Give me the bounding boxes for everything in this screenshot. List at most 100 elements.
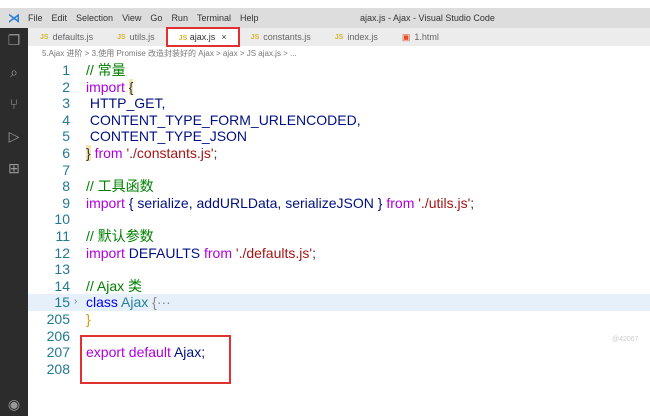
vscode-logo-icon: ⋊ bbox=[8, 11, 20, 25]
code-text: import bbox=[86, 244, 129, 261]
menu-help[interactable]: Help bbox=[240, 13, 259, 23]
code-text: DEFAULTS bbox=[128, 244, 201, 261]
code-line: 13 bbox=[28, 261, 650, 278]
code-text: ; bbox=[312, 244, 316, 261]
code-text: // 默认参数 bbox=[86, 227, 154, 244]
line-number: 8 bbox=[62, 178, 70, 195]
watermark: @42067 bbox=[612, 336, 639, 343]
tab-constants[interactable]: JS constants.js bbox=[239, 28, 323, 46]
code-line: 14 // Ajax 类 bbox=[28, 278, 650, 295]
line-number: 5 bbox=[62, 128, 70, 145]
code-text: from bbox=[200, 244, 236, 261]
fold-chevron-icon[interactable]: › bbox=[74, 294, 77, 311]
window-title: ajax.js - Ajax - Visual Studio Code bbox=[360, 13, 495, 23]
line-number: 11 bbox=[55, 227, 70, 244]
menu-terminal[interactable]: Terminal bbox=[197, 13, 231, 23]
title-bar: ⋊ File Edit Selection View Go Run Terminal Help… bbox=[0, 8, 650, 28]
code-text: // 常量 bbox=[86, 62, 126, 78]
line-number: 206 bbox=[46, 327, 70, 344]
tab-bar: JS defaults.js JS utils.js JS ajax.js × JS c… bbox=[28, 27, 650, 47]
line-number: 14 bbox=[54, 277, 70, 294]
code-line: 5 CONTENT_TYPE_JSON bbox=[28, 128, 650, 145]
highlight-box bbox=[80, 335, 231, 384]
close-icon[interactable]: × bbox=[221, 32, 226, 42]
menu-view[interactable]: View bbox=[122, 13, 141, 23]
code-line: 9 import { serialize, addURLData, seriali… bbox=[28, 195, 650, 212]
js-file-icon: JS bbox=[178, 35, 188, 42]
tab-ajax[interactable]: JS ajax.js × bbox=[165, 27, 240, 47]
code-line: 205} bbox=[28, 311, 650, 328]
line-number: 6 bbox=[62, 144, 70, 161]
code-line: 7 bbox=[28, 162, 650, 179]
line-number: 4 bbox=[62, 111, 70, 128]
code-editor[interactable]: 1 // 常量 2 import { 3 HTTP_GET, 4 CONTENT_T… bbox=[28, 62, 650, 377]
menu-go[interactable]: Go bbox=[150, 13, 162, 23]
code-text: { bbox=[128, 78, 134, 95]
account-icon[interactable]: ◉ bbox=[0, 396, 28, 413]
tab-label: constants.js bbox=[263, 32, 311, 42]
code-text: './defaults.js' bbox=[235, 244, 313, 261]
code-line: 10 bbox=[28, 211, 650, 228]
line-number: 1 bbox=[62, 62, 70, 78]
code-text: HTTP_GET, bbox=[86, 95, 166, 112]
menu-selection[interactable]: Selection bbox=[76, 13, 113, 23]
menu-run[interactable]: Run bbox=[171, 13, 188, 23]
code-text: Ajax bbox=[121, 294, 153, 311]
line-number: 7 bbox=[62, 161, 70, 178]
tab-label: ajax.js bbox=[189, 32, 216, 42]
menu-edit[interactable]: Edit bbox=[52, 13, 68, 23]
tab-1-html[interactable]: ▣ 1.html bbox=[390, 28, 451, 46]
js-file-icon: JS bbox=[250, 33, 260, 41]
run-debug-icon[interactable]: ▷ bbox=[0, 128, 28, 145]
code-text: from bbox=[90, 144, 127, 161]
code-line: 2 import { bbox=[28, 78, 650, 96]
explorer-icon[interactable]: ❐ bbox=[0, 32, 28, 49]
source-control-icon[interactable]: ⑂ bbox=[0, 96, 28, 112]
code-line: 3 HTTP_GET, bbox=[28, 95, 650, 112]
code-line: 8 // 工具函数 bbox=[28, 178, 650, 195]
tab-label: 1.html bbox=[414, 32, 439, 42]
menu-bar: File Edit Selection View Go Run Terminal Help bbox=[28, 13, 267, 23]
line-number: 208 bbox=[46, 360, 70, 377]
code-text: // Ajax 类 bbox=[86, 277, 143, 294]
code-line: 4 CONTENT_TYPE_FORM_URLENCODED, bbox=[28, 112, 650, 129]
code-text: { serialize, addURLData, serializeJSON } bbox=[128, 194, 383, 211]
code-text: import bbox=[86, 78, 129, 95]
code-text: './constants.js' bbox=[126, 144, 214, 161]
tab-label: index.js bbox=[347, 32, 378, 42]
html-file-icon: ▣ bbox=[401, 31, 411, 42]
folded-code[interactable]: {··· bbox=[152, 294, 171, 310]
line-number: 205 bbox=[46, 310, 70, 327]
line-number: 9 bbox=[62, 194, 70, 211]
line-number: 13 bbox=[54, 261, 70, 278]
js-file-icon: JS bbox=[40, 33, 49, 41]
line-number: 2 bbox=[62, 78, 70, 95]
code-line: 1 // 常量 bbox=[28, 62, 650, 79]
code-line: 15 › class Ajax {··· bbox=[28, 294, 650, 311]
code-line: 11 // 默认参数 bbox=[28, 228, 650, 245]
tab-index[interactable]: JS index.js bbox=[323, 28, 390, 46]
code-text: './utils.js' bbox=[418, 194, 471, 211]
breadcrumb[interactable]: 5.Ajax 进阶 > 3.使用 Promise 改造封装好的 Ajax > a… bbox=[42, 48, 297, 59]
code-text: CONTENT_TYPE_FORM_URLENCODED, bbox=[86, 111, 361, 128]
js-file-icon: JS bbox=[117, 33, 126, 41]
code-text: // 工具函数 bbox=[86, 178, 154, 195]
code-text: from bbox=[382, 194, 419, 211]
tab-defaults[interactable]: JS defaults.js bbox=[28, 28, 105, 46]
line-number: 3 bbox=[62, 95, 70, 112]
code-text: CONTENT_TYPE_JSON bbox=[86, 128, 248, 145]
code-text: class bbox=[86, 294, 122, 311]
extensions-icon[interactable]: ⊞ bbox=[0, 160, 28, 177]
tab-label: utils.js bbox=[129, 32, 155, 42]
search-icon[interactable]: ⌕ bbox=[0, 64, 28, 81]
line-number: 12 bbox=[54, 244, 70, 261]
code-line: 6} from './constants.js'; bbox=[28, 144, 650, 162]
line-number: 10 bbox=[54, 211, 70, 228]
code-text: } bbox=[86, 310, 91, 327]
tab-utils[interactable]: JS utils.js bbox=[105, 28, 167, 46]
code-text: ; bbox=[470, 194, 475, 211]
js-file-icon: JS bbox=[334, 33, 344, 41]
line-number: 207 bbox=[46, 344, 70, 361]
menu-file[interactable]: File bbox=[28, 13, 43, 23]
code-text: import bbox=[86, 194, 129, 211]
